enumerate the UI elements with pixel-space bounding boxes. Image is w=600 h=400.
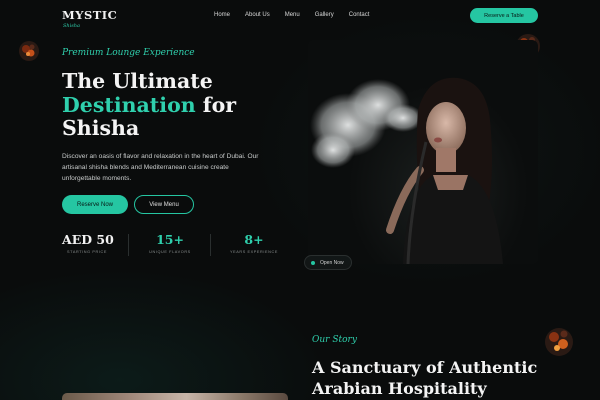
nav-link-gallery[interactable]: Gallery — [315, 12, 334, 18]
logo-text: MYSTIC — [62, 8, 118, 22]
hero-title-for: for — [195, 92, 237, 117]
stats-row: AED 50 STARTING PRICE 15+ UNIQUE FLAVORS… — [62, 232, 292, 260]
burning-coal-icon — [19, 41, 39, 61]
hero-title-line1: The Ultimate — [62, 69, 213, 93]
story-image — [62, 393, 288, 400]
burning-coal-icon — [545, 328, 573, 356]
view-menu-button[interactable]: View Menu — [134, 195, 194, 214]
story-title-line2: Arabian Hospitality — [312, 379, 487, 398]
stat-starting-price: AED 50 STARTING PRICE — [62, 232, 114, 254]
reserve-now-button[interactable]: Reserve Now — [62, 195, 128, 214]
stat-divider — [128, 234, 129, 256]
hero-title-accent: Destination — [62, 92, 196, 117]
open-now-badge: Open Now — [304, 255, 352, 270]
reserve-table-button[interactable]: Reserve a Table — [470, 8, 538, 23]
stat-divider — [210, 234, 211, 256]
stat-label: UNIQUE FLAVORS — [149, 250, 191, 254]
hero-eyebrow: Premium Lounge Experience — [62, 48, 195, 58]
open-now-label: Open Now — [320, 259, 344, 266]
page: MYSTIC Shisha Home About Us Menu Gallery… — [0, 0, 600, 400]
hero-title-line3: Shisha — [62, 116, 140, 140]
logo-subtext: Shisha — [63, 23, 81, 29]
nav-link-home[interactable]: Home — [214, 12, 230, 18]
nav-links: Home About Us Menu Gallery Contact — [214, 12, 384, 18]
hero-description: Discover an oasis of flavor and relaxati… — [62, 153, 259, 182]
story-title: A Sanctuary of Authentic Arabian Hospita… — [312, 357, 572, 399]
stat-label: YEARS EXPERIENCE — [229, 250, 278, 254]
stat-value: AED 50 — [62, 232, 114, 247]
stat-value: 8+ — [244, 232, 264, 247]
stat-years-experience: 8+ YEARS EXPERIENCE — [228, 232, 280, 254]
nav-link-about[interactable]: About Us — [245, 12, 270, 18]
story-eyebrow: Our Story — [312, 335, 357, 345]
nav-link-contact[interactable]: Contact — [349, 12, 370, 18]
stat-value: 15+ — [156, 232, 184, 247]
hero-photo-illustration — [310, 77, 503, 264]
hero-image — [308, 40, 538, 264]
navbar: MYSTIC Shisha Home About Us Menu Gallery… — [0, 0, 600, 32]
stat-label: STARTING PRICE — [67, 250, 107, 254]
nav-link-menu[interactable]: Menu — [285, 12, 300, 18]
hero-title: The Ultimate Destination for Shisha — [62, 69, 302, 141]
stat-unique-flavors: 15+ UNIQUE FLAVORS — [145, 232, 195, 254]
status-dot-icon — [311, 260, 315, 265]
logo[interactable]: MYSTIC Shisha — [62, 6, 117, 29]
story-title-line1: A Sanctuary of Authentic — [312, 358, 538, 377]
